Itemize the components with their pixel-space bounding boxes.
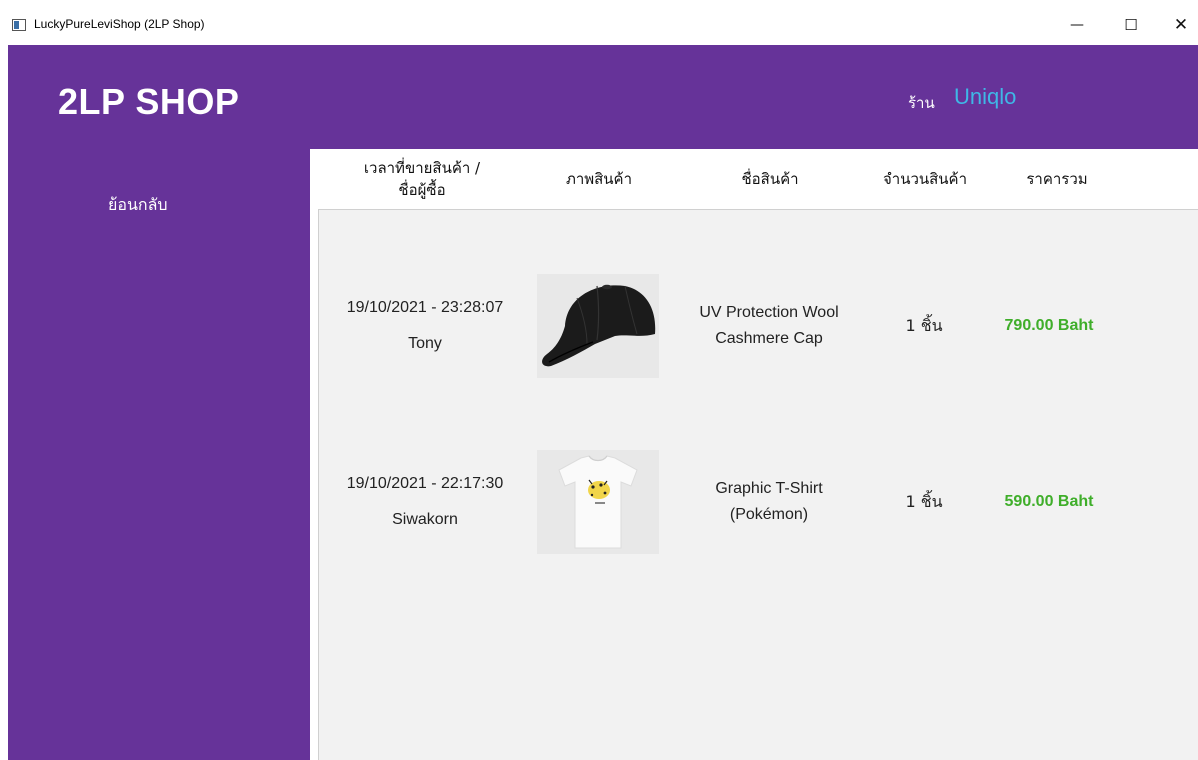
product-name-line1: UV Protection Wool [699,304,839,321]
product-quantity: 1 ชิ้น [905,491,943,511]
sidebar: ย้อนกลับ [8,149,310,760]
table-row: 19/10/2021 - 23:28:07 Tony UV Protection… [319,274,1198,378]
shop-label: ร้าน [908,94,935,112]
total-price: 790.00 Baht [1004,317,1094,334]
shop-name: Uniqlo [954,84,1017,109]
table-row: 19/10/2021 - 22:17:30 Siwakorn Graphic T… [319,450,1198,554]
white-tshirt-image [537,450,659,554]
buyer-name: Tony [408,335,442,352]
sale-time-buyer-cell: 19/10/2021 - 22:17:30 Siwakorn [319,450,531,554]
column-header-time-buyer: เวลาที่ขายสินค้า / ชื่อผู้ซื้อ [310,149,534,209]
window-title: LuckyPureLeviShop (2LP Shop) [34,17,205,31]
tshirt-icon [537,450,659,554]
sales-list[interactable]: 19/10/2021 - 23:28:07 Tony UV Protection… [318,209,1198,760]
list-scrollbar[interactable] [1190,210,1198,760]
product-name: UV Protection Wool Cashmere Cap [669,274,869,378]
minimize-button[interactable]: — [1054,10,1100,40]
column-header-buyer-line: ชื่อผู้ซื้อ [398,181,446,199]
column-header-product-name: ชื่อสินค้า [741,170,799,188]
product-name-line1: Graphic T-Shirt [715,480,823,497]
buyer-name: Siwakorn [392,511,458,528]
maximize-button[interactable]: ☐ [1108,10,1154,40]
product-name: Graphic T-Shirt (Pokémon) [669,450,869,554]
brand-logo-text: 2LP SHOP [58,81,240,122]
product-name-line2: (Pokémon) [729,506,809,523]
column-header-total-price: ราคารวม [1026,170,1088,188]
header-bar: 2LP SHOP ร้าน Uniqlo [8,45,1198,149]
title-bar: LuckyPureLeviShop (2LP Shop) — ☐ ✕ [0,0,1198,45]
close-button[interactable]: ✕ [1158,10,1198,40]
sale-timestamp: 19/10/2021 - 22:17:30 [346,475,504,492]
black-cap-image [537,274,659,378]
sale-timestamp: 19/10/2021 - 23:28:07 [346,299,504,316]
column-header-image: ภาพสินค้า [565,170,633,188]
app-icon [12,19,26,31]
product-name-line2: Cashmere Cap [715,330,823,347]
back-button[interactable]: ย้อนกลับ [108,193,168,218]
sales-history-panel: เวลาที่ขายสินค้า / ชื่อผู้ซื้อ ภาพสินค้า… [310,149,1198,760]
black-cap-icon [537,274,659,378]
total-price: 590.00 Baht [1004,493,1094,510]
sale-time-buyer-cell: 19/10/2021 - 23:28:07 Tony [319,274,531,378]
app-window: LuckyPureLeviShop (2LP Shop) — ☐ ✕ 2LP S… [0,0,1198,760]
column-header-time-line: เวลาที่ขายสินค้า / [363,159,481,177]
column-header-quantity: จำนวนสินค้า [882,170,967,188]
product-quantity: 1 ชิ้น [905,315,943,335]
